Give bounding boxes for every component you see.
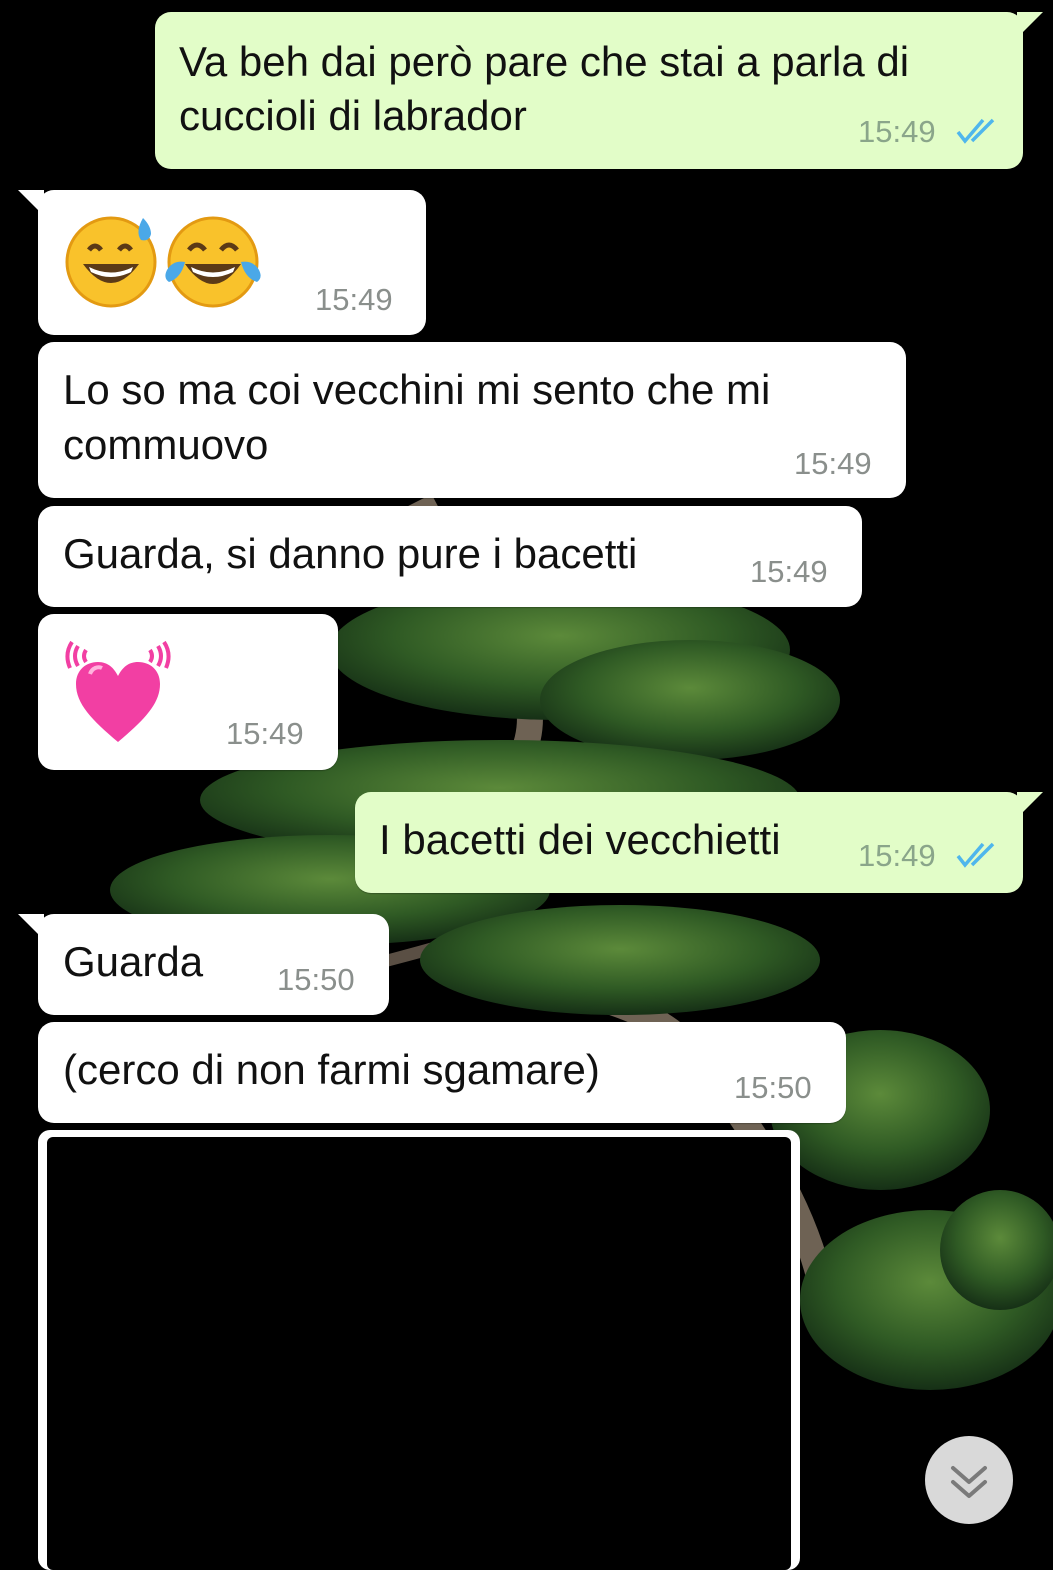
read-receipt-double-check-icon: [956, 118, 995, 144]
message-timestamp: 15:50: [734, 1070, 812, 1105]
message-timestamp: 15:49: [750, 554, 828, 589]
message-timestamp: 15:49: [315, 282, 393, 317]
bubble-tail: [1017, 792, 1043, 818]
bubble-tail: [18, 190, 44, 216]
message-timestamp: 15:49: [858, 838, 936, 873]
message-timestamp: 15:50: [277, 962, 355, 997]
message-text-line: cuccioli di labrador: [179, 92, 527, 139]
message-image-attachment[interactable]: [38, 1130, 800, 1570]
message-text-line: commuovo: [63, 421, 269, 468]
message-bubble-incoming[interactable]: (cerco di non farmi sgamare) 15:50: [38, 1022, 846, 1123]
message-text-line: Va beh dai però pare che stai a parla di: [179, 38, 910, 85]
scroll-to-bottom-button[interactable]: [925, 1436, 1013, 1524]
bubble-tail: [1017, 12, 1043, 38]
beating-heart-emoji-icon: [65, 640, 171, 742]
message-timestamp: 15:49: [794, 446, 872, 481]
face-with-tears-of-joy-emoji-icon: [165, 216, 261, 308]
message-timestamp: 15:49: [858, 114, 936, 149]
message-text-line: I bacetti dei vecchietti: [379, 816, 781, 863]
message-text-line: Lo so ma coi vecchini mi sento che mi: [63, 366, 771, 413]
message-text-line: Guarda: [63, 938, 204, 985]
message-bubble-outgoing[interactable]: I bacetti dei vecchietti 15:49: [355, 792, 1043, 893]
grinning-face-with-sweat-emoji-icon: [65, 216, 157, 308]
message-bubble-incoming[interactable]: Lo so ma coi vecchini mi sento che mi co…: [38, 342, 906, 498]
message-bubble-incoming[interactable]: 15:49: [18, 190, 426, 335]
read-receipt-double-check-icon: [956, 842, 995, 868]
double-chevron-down-icon: [951, 1466, 987, 1498]
image-preview[interactable]: [47, 1137, 791, 1570]
message-text-line: Guarda, si danno pure i bacetti: [63, 530, 638, 577]
message-bubble-outgoing[interactable]: Va beh dai però pare che stai a parla di…: [155, 12, 1043, 169]
bubble-tail: [18, 914, 44, 940]
message-timestamp: 15:49: [226, 716, 304, 751]
message-bubble-incoming[interactable]: Guarda 15:50: [18, 914, 389, 1015]
message-bubble-incoming[interactable]: Guarda, si danno pure i bacetti 15:49: [38, 506, 862, 607]
message-bubble-incoming[interactable]: 15:49: [38, 614, 338, 770]
message-text-line: (cerco di non farmi sgamare): [63, 1046, 600, 1093]
